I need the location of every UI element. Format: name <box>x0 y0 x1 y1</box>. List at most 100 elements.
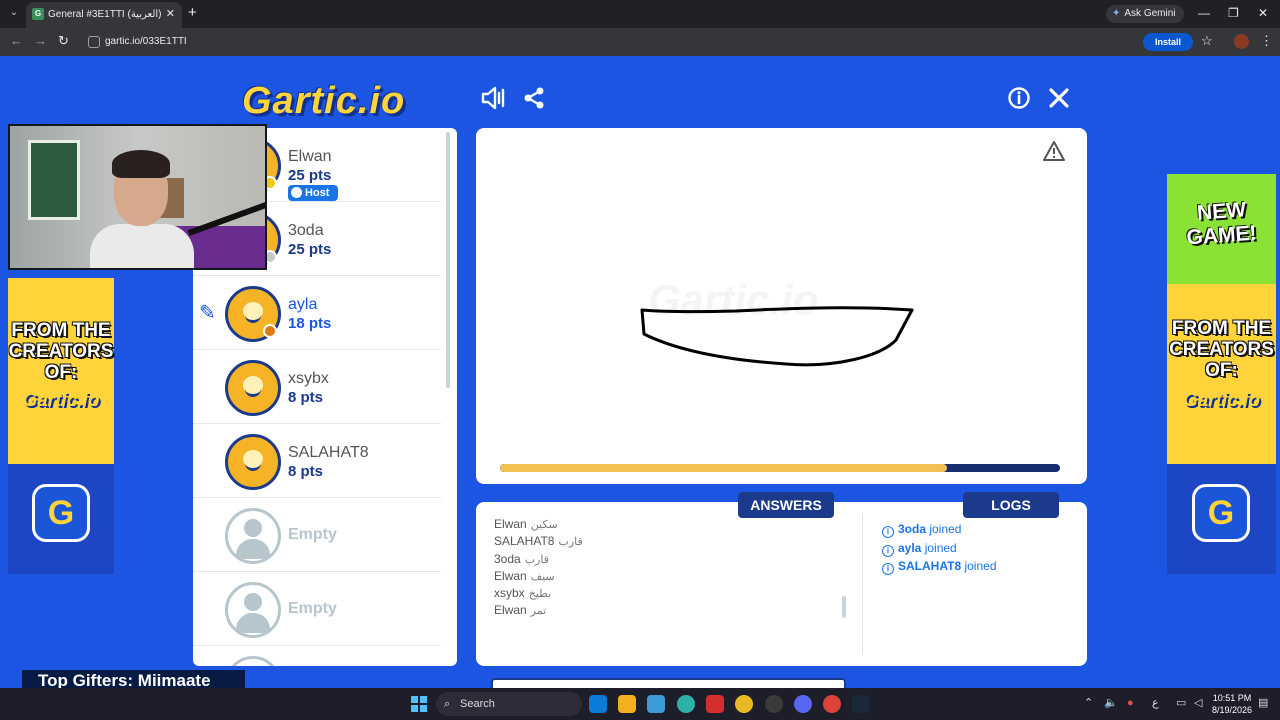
player-points: 8 pts <box>288 463 324 480</box>
player-points: 25 pts <box>288 167 332 184</box>
report-warning-icon[interactable] <box>1042 140 1066 167</box>
share-icon[interactable] <box>522 86 546 116</box>
valorant-icon[interactable] <box>706 695 724 713</box>
empty-avatar-icon <box>225 582 281 638</box>
answer-item: Elwan تمر <box>494 603 547 618</box>
right-ad-banner[interactable]: FROM THE CREATORS OF: Gartic.io G <box>1167 284 1276 574</box>
chrome-icon[interactable] <box>735 695 753 713</box>
restore-window-icon[interactable]: ❐ <box>1228 6 1239 20</box>
player-avatar <box>225 360 281 416</box>
windows-start-icon[interactable] <box>411 696 427 712</box>
empty-avatar-icon <box>225 508 281 564</box>
file-explorer-icon[interactable] <box>618 695 636 713</box>
profile-avatar[interactable] <box>1234 34 1249 49</box>
player-row[interactable]: xsybx 8 pts <box>193 350 441 424</box>
gartic-logo: Gartic.io <box>242 80 406 122</box>
ad-line-1: FROM THE <box>11 320 111 341</box>
close-tab-icon[interactable]: ✕ <box>166 8 175 20</box>
player-points: 18 pts <box>288 315 332 332</box>
tab-answers[interactable]: ANSWERS <box>738 492 834 518</box>
ad-line-1: FROM THE <box>1171 318 1272 339</box>
player-row-drawing[interactable]: ✎ ayla 18 pts <box>193 276 441 350</box>
info-icon[interactable] <box>1007 86 1031 116</box>
network-icon[interactable]: ▭ <box>1176 696 1186 710</box>
close-window-icon[interactable]: ✕ <box>1258 6 1268 20</box>
log-item: i SALAHAT8 joined <box>882 557 1072 576</box>
empty-slot-label: Empty <box>288 600 337 617</box>
ad-gartic-logo: Gartic.io <box>22 390 100 411</box>
round-timer-fill <box>500 464 947 472</box>
notifications-icon[interactable]: ▤ <box>1258 696 1268 710</box>
empty-avatar-icon <box>225 656 281 666</box>
drawing-pencil-icon: ✎ <box>199 302 216 324</box>
taskbar-search[interactable]: ⌕ Search <box>436 692 582 716</box>
answers-list: Elwan سكين SALAHAT8 قارب 3oda قارب Elwan سيف… <box>494 516 834 620</box>
tab-logs[interactable]: LOGS <box>963 492 1059 518</box>
player-name: ayla <box>288 296 318 313</box>
answer-item: xsybx بطيخ <box>494 586 552 601</box>
answer-input-box[interactable]: ✎ <box>491 678 846 688</box>
discord-icon[interactable] <box>794 695 812 713</box>
tray-chevron-icon[interactable]: ⌃ <box>1084 696 1093 710</box>
store-icon[interactable] <box>647 695 665 713</box>
tab-search-chevron-icon[interactable]: ⌄ <box>6 5 22 21</box>
empty-slot: Empty <box>193 572 441 646</box>
speaker-icon[interactable]: ◁ <box>1194 696 1202 710</box>
drawing-stroke <box>640 306 914 367</box>
answer-item: Elwan سيف <box>494 568 555 583</box>
bookmark-star-icon[interactable]: ☆ <box>1201 34 1213 48</box>
taskbar-clock[interactable]: 10:51 PM 8/19/2026 <box>1212 692 1252 716</box>
ad-line-2: CREATORS <box>8 341 114 362</box>
player-points: 8 pts <box>288 389 324 406</box>
player-name: xsybx <box>288 370 329 387</box>
minimize-window-icon[interactable]: — <box>1198 6 1210 20</box>
install-app-button[interactable]: Install <box>1143 33 1193 51</box>
microphone-icon[interactable]: ● <box>1127 696 1134 710</box>
answer-item: SALAHAT8 قارب <box>494 534 583 549</box>
back-arrow-icon[interactable]: ← <box>10 34 23 48</box>
player-name: Elwan <box>288 148 332 165</box>
log-item: i ayla joined <box>882 539 1072 558</box>
player-row[interactable]: SALAHAT8 8 pts <box>193 424 441 498</box>
browser-tab-active[interactable]: G General #3E1TTI (العربية) - Gartic ✕ <box>26 2 182 28</box>
ad-line-2: CREATORS <box>1169 339 1274 360</box>
volume-icon[interactable]: 🔈 <box>1104 696 1118 710</box>
forward-arrow-icon[interactable]: → <box>34 34 47 48</box>
info-icon: i <box>882 544 894 557</box>
player-list-scrollbar[interactable] <box>446 132 450 388</box>
left-ad-banner[interactable]: FROM THE CREATORS OF: Gartic.io G <box>8 278 114 574</box>
answer-item: 3oda قارب <box>494 551 549 566</box>
reload-icon[interactable]: ↻ <box>58 34 69 48</box>
chrome-active-icon[interactable] <box>823 695 841 713</box>
browser-tab-title: General #3E1TTI (العربية) - Gartic <box>48 9 164 20</box>
exit-game-icon[interactable] <box>1047 86 1071 116</box>
browser-tabbar: ⌄ G General #3E1TTI (العربية) - Gartic ✕… <box>0 0 1280 28</box>
steam-icon[interactable] <box>852 695 870 713</box>
site-info-icon[interactable] <box>88 36 100 48</box>
gartic-favicon-icon: G <box>32 8 44 20</box>
empty-slot <box>193 646 441 666</box>
host-crown-icon <box>291 187 302 198</box>
task-view-icon[interactable] <box>589 695 607 713</box>
new-game-banner[interactable]: NEW GAME! <box>1167 174 1276 294</box>
browser-address-bar: ← → ↻ gartic.io/033E1TTI Install ☆ ⋮ <box>0 28 1280 56</box>
info-icon: i <box>882 563 894 576</box>
sound-toggle-icon[interactable] <box>480 86 506 116</box>
ad-line-3: OF: <box>44 362 78 383</box>
drawing-canvas[interactable]: Gartic.io <box>476 128 1087 484</box>
player-name: 3oda <box>288 222 324 239</box>
player-avatar <box>225 434 281 490</box>
app-icon[interactable] <box>765 695 783 713</box>
input-language-indicator[interactable]: ع <box>1152 696 1159 710</box>
empty-slot: Empty <box>193 498 441 572</box>
gartic-g-icon: G <box>1192 484 1250 542</box>
ad-line-3: OF: <box>1205 360 1238 381</box>
answers-scrollbar[interactable] <box>842 596 846 618</box>
new-tab-icon[interactable]: + <box>188 5 197 21</box>
ask-gemini-button[interactable]: ✦ Ask Gemini <box>1106 5 1184 23</box>
edge-icon[interactable] <box>677 695 695 713</box>
browser-menu-icon[interactable]: ⋮ <box>1260 34 1273 48</box>
url-field[interactable]: gartic.io/033E1TTI <box>105 36 187 47</box>
chat-divider <box>862 514 863 654</box>
ad-gartic-logo: Gartic.io <box>1182 390 1261 411</box>
